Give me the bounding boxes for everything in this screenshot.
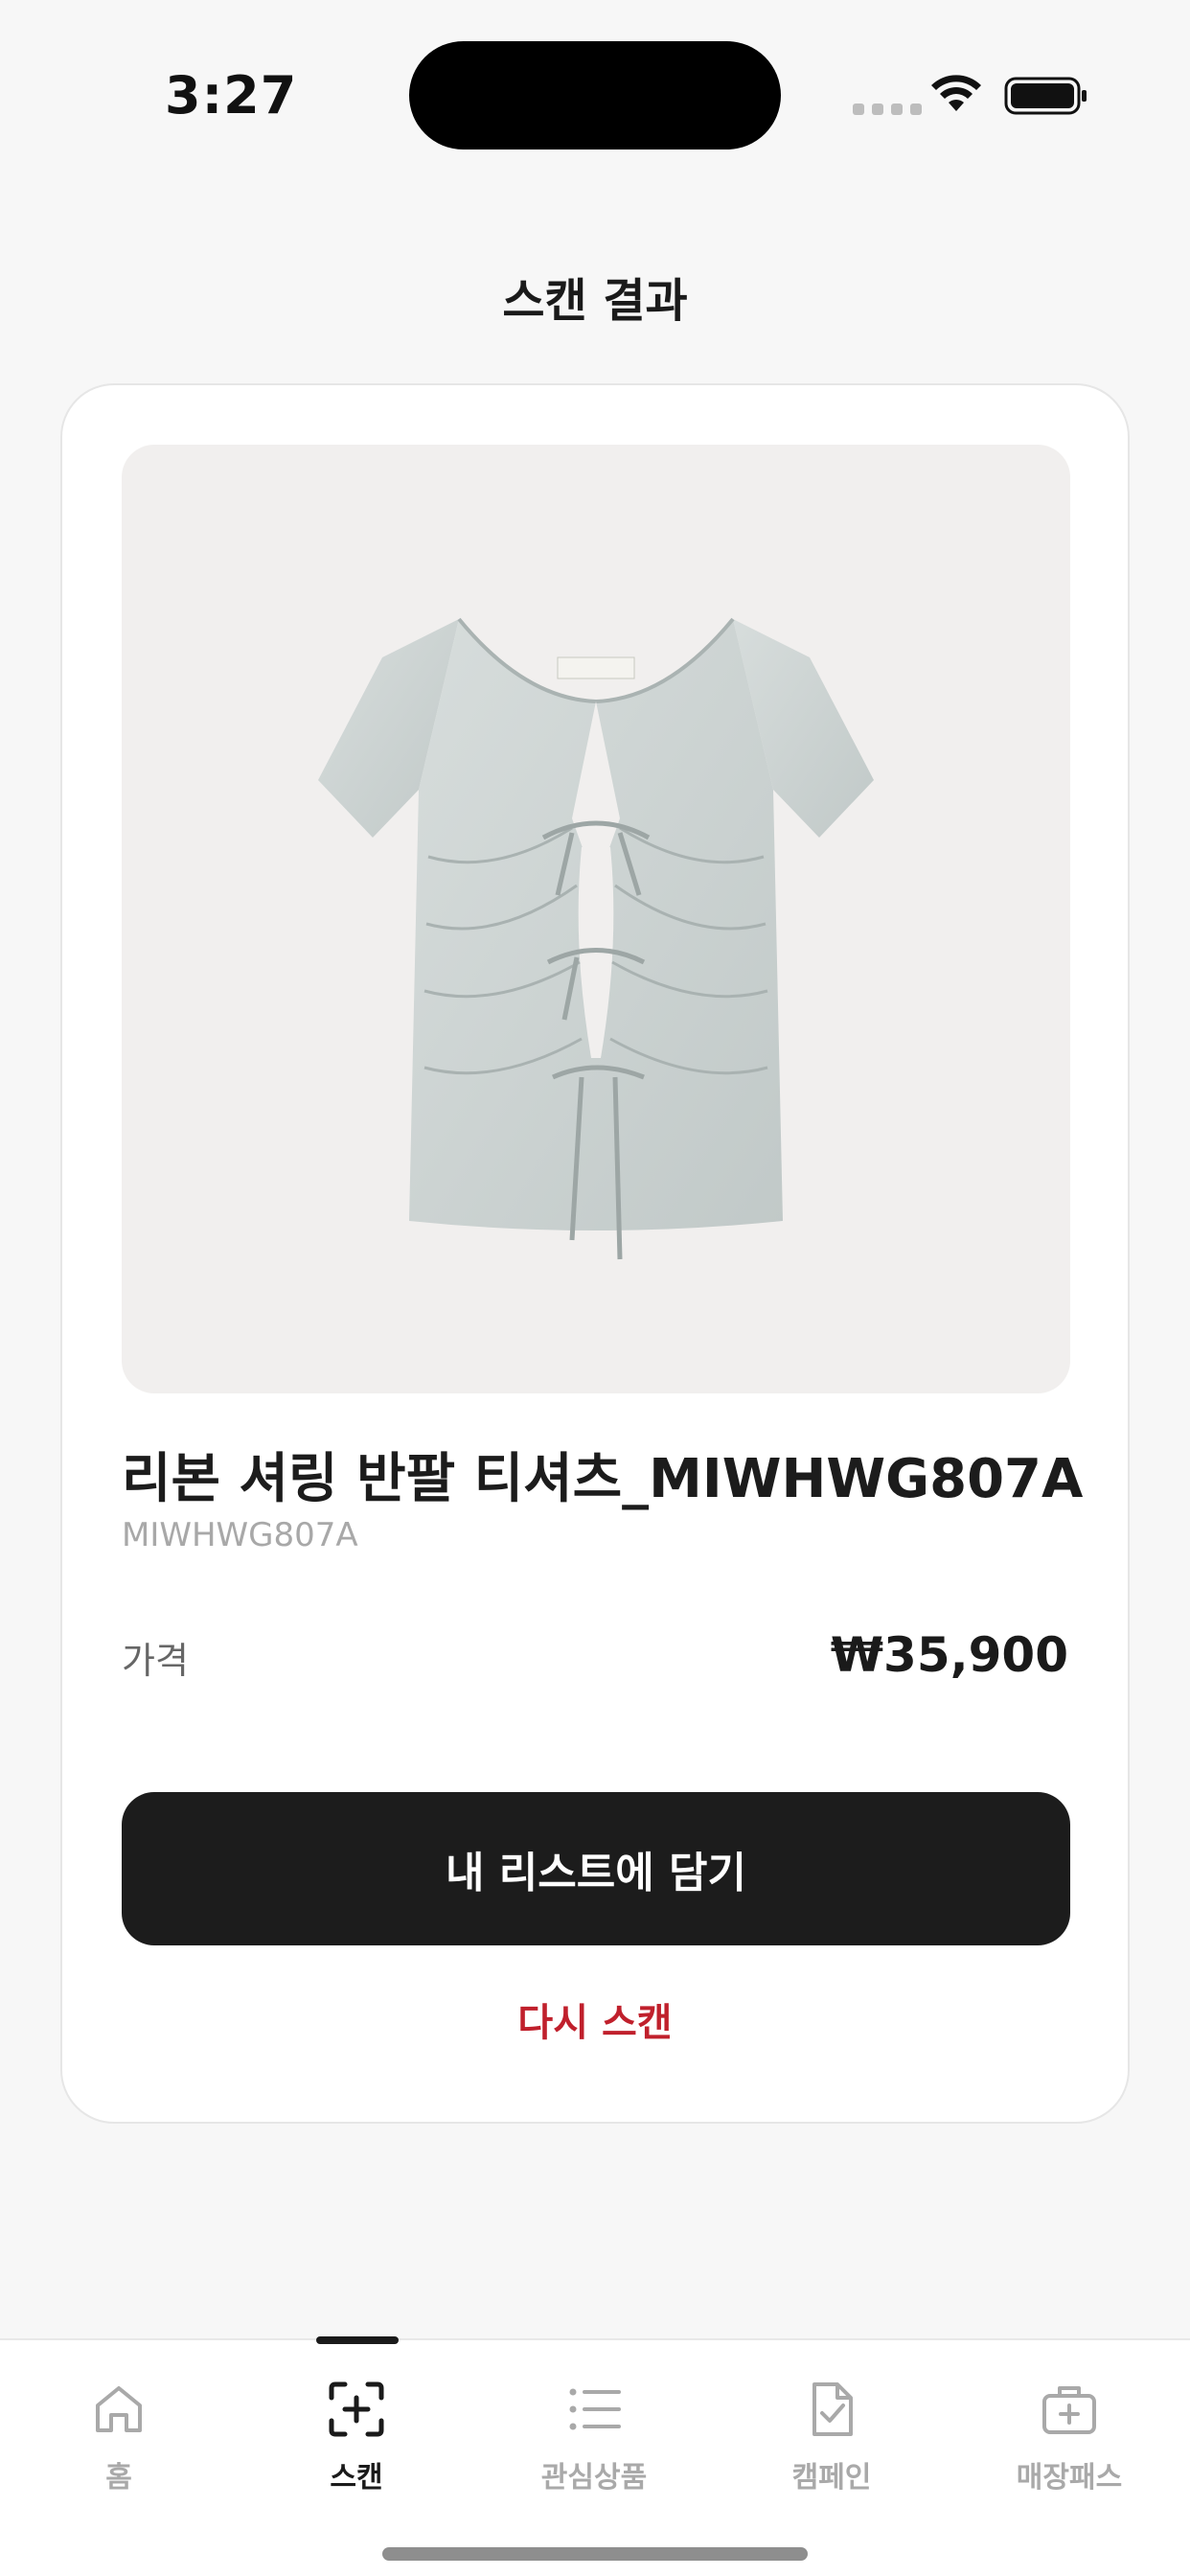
tab-scan-label: 스캔 [330, 2461, 383, 2495]
document-check-icon [812, 2382, 853, 2436]
tab-wishlist[interactable]: 관심상품 [475, 2379, 713, 2513]
bottom-tab-bar: 홈 스캔 관심상품 캠페인 매장패스 [0, 2336, 1190, 2576]
active-tab-indicator [316, 2336, 399, 2344]
tab-home[interactable]: 홈 [0, 2379, 238, 2513]
tab-store-pass[interactable]: 매장패스 [950, 2379, 1188, 2513]
list-icon [569, 2388, 621, 2430]
product-image [122, 445, 1070, 1393]
price-value: ₩35,900 [830, 1627, 1068, 1683]
tab-store-pass-label: 매장패스 [1016, 2461, 1123, 2495]
price-label: 가격 [122, 1640, 189, 1682]
briefcase-plus-icon [1042, 2386, 1096, 2434]
scan-result-screen: 3:27 스캔 결과 리본 셔링 반팔 티셔츠_MIWHWG807A MIWHW… [0, 0, 1190, 2576]
product-name: 리본 셔링 반팔 티셔츠_MIWHWG807A [122, 1448, 1084, 1510]
dynamic-island [409, 41, 781, 150]
cellular-signal-icon [853, 104, 922, 115]
status-time: 3:27 [165, 65, 298, 126]
product-card: 리본 셔링 반팔 티셔츠_MIWHWG807A MIWHWG807A 가격 ₩3… [60, 383, 1130, 2124]
product-code: MIWHWG807A [122, 1516, 358, 1554]
page-title: 스캔 결과 [502, 274, 688, 328]
battery-icon [1004, 77, 1087, 115]
rescan-button[interactable]: 다시 스캔 [62, 1991, 1128, 2047]
tab-campaign-label: 캠페인 [791, 2461, 872, 2495]
tab-wishlist-label: 관심상품 [540, 2461, 648, 2495]
add-to-list-button[interactable]: 내 리스트에 담기 [122, 1792, 1070, 1945]
home-indicator[interactable] [382, 2547, 808, 2561]
home-icon [96, 2386, 142, 2432]
tab-scan[interactable]: 스캔 [238, 2379, 475, 2513]
scan-icon [329, 2381, 384, 2437]
tab-campaign[interactable]: 캠페인 [713, 2379, 950, 2513]
wifi-icon [931, 75, 981, 111]
tab-home-label: 홈 [105, 2461, 132, 2495]
